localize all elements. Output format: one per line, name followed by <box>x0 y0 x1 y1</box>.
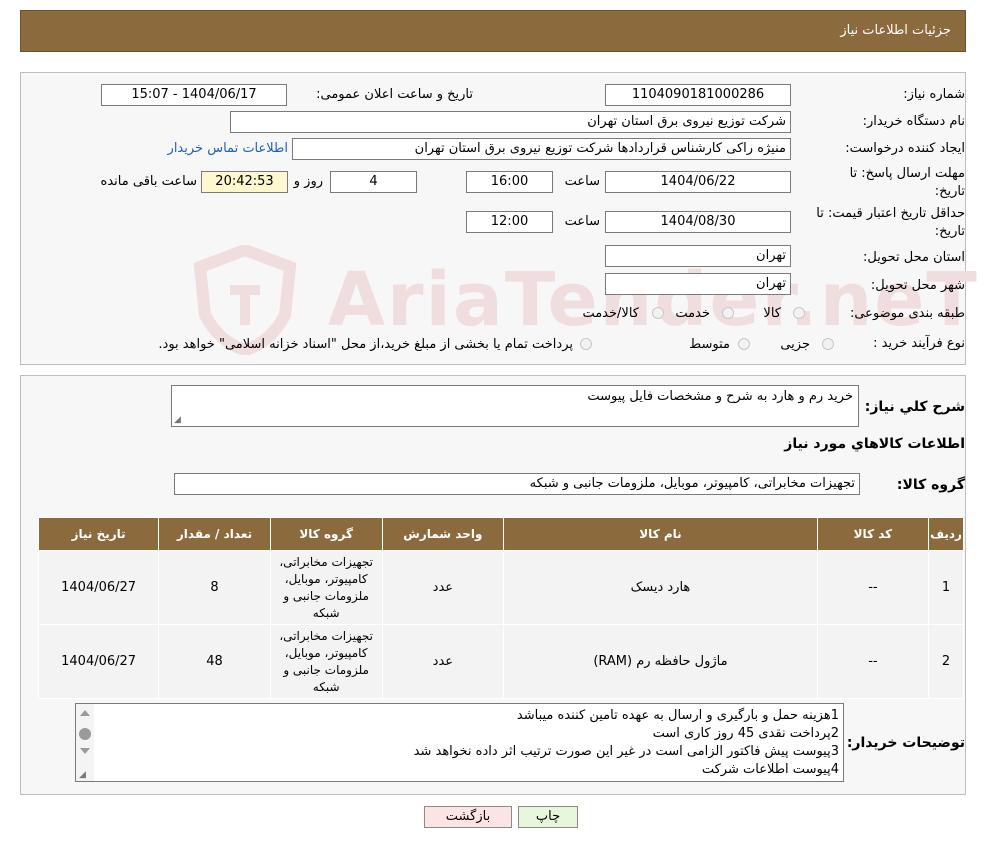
col-unit: واحد شمارش <box>381 517 505 551</box>
validity-time-label: ساعت <box>564 214 600 229</box>
items-table: ردیف کد کالا نام کالا واحد شمارش گروه کا… <box>37 517 964 699</box>
province-label: استان محل تحویل: <box>863 250 965 265</box>
process-note: پرداخت تمام یا بخشی از مبلغ خرید،از محل … <box>158 337 573 352</box>
col-date: تاریخ نیاز <box>37 517 160 551</box>
process-label: نوع فرآیند خرید : <box>873 336 965 351</box>
notes-scrollbar[interactable]: ◢ <box>76 704 94 781</box>
cell-name: هارد دیسک <box>503 550 818 625</box>
contact-buyer-link[interactable]: اطلاعات تماس خریدار <box>168 141 288 156</box>
days-field: 4 <box>330 171 417 193</box>
page-title: جزئیات اطلاعات نیاز <box>840 23 951 38</box>
validity-label: حداقل تاریخ اعتبار قیمت: تا <box>816 206 965 221</box>
validity-time-field: 12:00 <box>466 211 553 233</box>
validity-date-field: 1404/08/30 <box>605 211 791 233</box>
cell-row: 1 <box>928 550 964 625</box>
city-label: شهر محل تحویل: <box>870 278 965 293</box>
table-row: 2 -- ماژول حافظه رم (RAM) عدد تجهیزات مخ… <box>37 624 964 699</box>
announce-field: 1404/06/17 - 15:07 <box>101 84 287 106</box>
deadline-date-field: 1404/06/22 <box>605 171 791 193</box>
remaining-label: ساعت باقی مانده <box>100 174 197 189</box>
buyer-org-label: نام دستگاه خریدار: <box>862 114 965 129</box>
need-number-field: 1104090181000286 <box>605 84 791 106</box>
process-option-minor: جزیی <box>780 337 810 352</box>
cell-row: 2 <box>928 624 964 699</box>
deadline-time-label: ساعت <box>564 174 600 189</box>
col-row: ردیف <box>928 517 964 551</box>
scroll-thumb[interactable] <box>79 728 91 740</box>
cell-group: تجهیزات مخابراتی، کامپیوتر، موبایل، ملزو… <box>269 550 383 625</box>
resize-grip-icon[interactable]: ◢ <box>79 770 86 780</box>
buyer-note-line: 4پیوست اطلاعات شرکت <box>701 762 839 777</box>
category-option-service: خدمت <box>675 306 710 321</box>
watermark-text: AriaTender.neT <box>327 257 979 343</box>
remaining-time-field: 20:42:53 <box>201 171 288 193</box>
back-button[interactable]: بازگشت <box>424 806 512 828</box>
print-button[interactable]: چاپ <box>518 806 578 828</box>
validity-label-2: تاریخ: <box>934 224 965 239</box>
col-name: نام کالا <box>503 517 818 551</box>
cell-name: ماژول حافظه رم (RAM) <box>503 624 818 699</box>
category-radio-goods-service[interactable] <box>652 307 664 319</box>
province-field: تهران <box>605 245 791 267</box>
process-radio-medium[interactable] <box>738 338 750 350</box>
cell-group: تجهیزات مخابراتی، کامپیوتر، موبایل، ملزو… <box>269 624 383 699</box>
desc-textarea[interactable]: خرید رم و هارد به شرح و مشخصات فایل پیوس… <box>171 385 859 427</box>
need-number-label: شماره نیاز: <box>903 87 965 102</box>
cell-date: 1404/06/27 <box>37 624 160 699</box>
deadline-time-field: 16:00 <box>466 171 553 193</box>
scroll-up-icon[interactable] <box>80 710 90 716</box>
process-radio-minor[interactable] <box>822 338 834 350</box>
deadline-label: مهلت ارسال پاسخ: تا <box>849 166 965 181</box>
scroll-down-icon[interactable] <box>80 748 90 754</box>
city-field: تهران <box>605 273 791 295</box>
cell-unit: عدد <box>381 550 505 625</box>
col-group: گروه کالا <box>269 517 383 551</box>
col-qty: تعداد / مقدار <box>158 517 271 551</box>
desc-label: شرح کلي نیاز: <box>864 399 965 415</box>
col-code: کد کالا <box>816 517 930 551</box>
process-checkbox-treasury[interactable] <box>580 338 592 350</box>
buyer-note-line: 2پرداخت نقدی 45 روز کاری است <box>652 726 839 741</box>
creator-field: منیژه راکی کارشناس قراردادها شرکت توزیع … <box>292 138 791 160</box>
buyer-note-line: 3پیوست پیش فاکتور الزامی است در غیر این … <box>413 744 839 759</box>
page-header: جزئیات اطلاعات نیاز <box>20 10 966 52</box>
buyer-org-field: شرکت توزیع نیروی برق استان تهران <box>230 111 791 133</box>
days-label: روز و <box>293 174 323 189</box>
creator-label: ایجاد کننده درخواست: <box>845 141 965 156</box>
cell-code: -- <box>816 624 930 699</box>
buyer-note-line: 1هزینه حمل و بارگیری و ارسال به عهده تام… <box>516 708 839 723</box>
category-option-goods: کالا <box>763 306 781 321</box>
buyer-notes-textarea[interactable]: 1هزینه حمل و بارگیری و ارسال به عهده تام… <box>75 703 844 782</box>
cell-qty: 8 <box>158 550 271 625</box>
category-radio-goods[interactable] <box>793 307 805 319</box>
deadline-label-2: تاریخ: <box>934 184 965 199</box>
resize-grip-icon[interactable]: ◢ <box>174 415 181 425</box>
table-row: 1 -- هارد دیسک عدد تجهیزات مخابراتی، کام… <box>37 550 964 625</box>
group-field: تجهیزات مخابراتی، کامپیوتر، موبایل، ملزو… <box>174 473 860 495</box>
cell-code: -- <box>816 550 930 625</box>
process-option-medium: متوسط <box>689 337 730 352</box>
buyer-notes-label: توضیحات خریدار: <box>846 735 965 751</box>
announce-label: تاریخ و ساعت اعلان عمومی: <box>316 87 473 102</box>
group-label: گروه کالا: <box>896 477 965 493</box>
desc-text: خرید رم و هارد به شرح و مشخصات فایل پیوس… <box>587 389 853 404</box>
goods-info-title: اطلاعات کالاهاي مورد نیاز <box>784 436 965 452</box>
table-header-row: ردیف کد کالا نام کالا واحد شمارش گروه کا… <box>37 517 964 551</box>
cell-date: 1404/06/27 <box>37 550 160 625</box>
category-radio-service[interactable] <box>722 307 734 319</box>
cell-qty: 48 <box>158 624 271 699</box>
category-label: طبقه بندی موضوعی: <box>849 306 965 321</box>
category-option-goods-service: کالا/خدمت <box>582 306 639 321</box>
cell-unit: عدد <box>381 624 505 699</box>
